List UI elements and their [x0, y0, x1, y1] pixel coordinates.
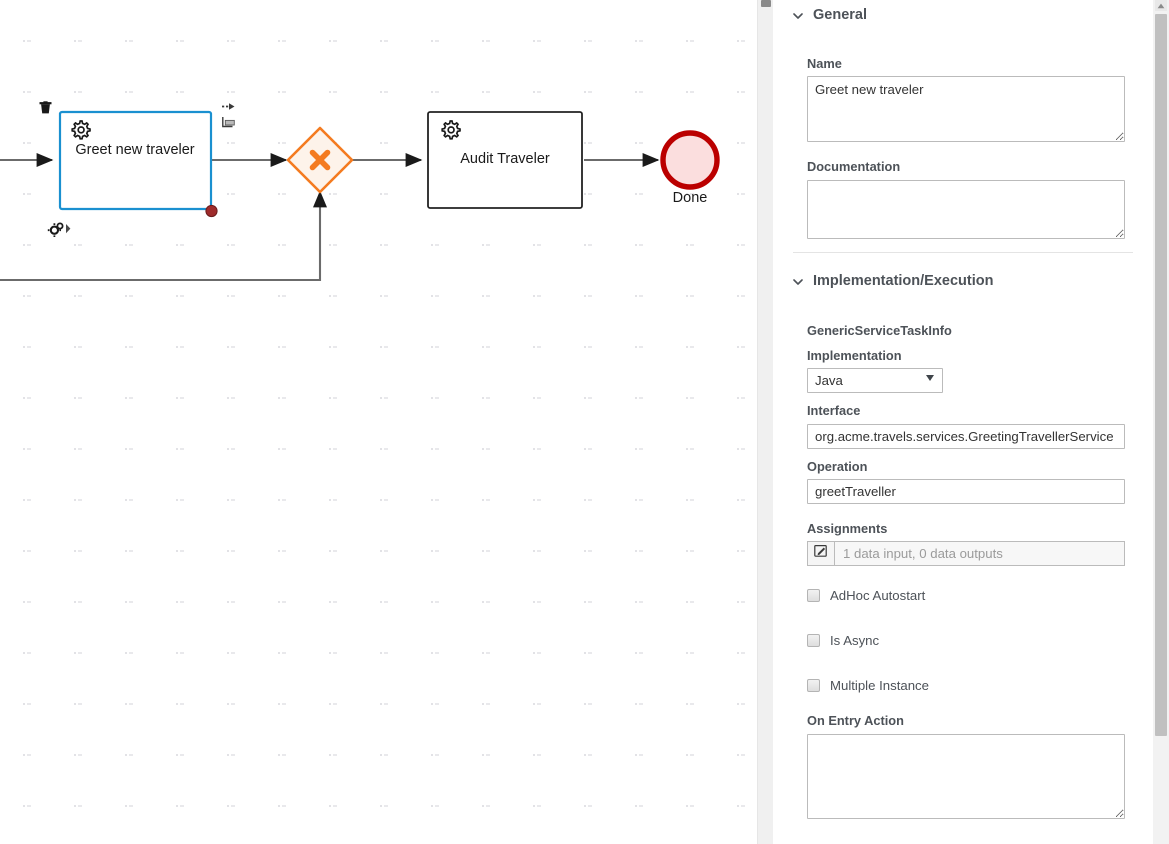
assignments-label: Assignments: [807, 521, 888, 537]
on-entry-action-input[interactable]: [807, 733, 1125, 819]
assignments-edit-button[interactable]: [807, 541, 834, 567]
section-title-implementation-execution: Implementation/Execution: [813, 273, 994, 290]
gears-icon[interactable]: [47, 222, 64, 237]
edit-pencil-square-icon: [814, 544, 828, 563]
chevron-right-icon[interactable]: [66, 224, 71, 234]
section-title-general: General: [813, 6, 867, 23]
checkbox-is-async[interactable]: [807, 633, 820, 647]
assignments-value[interactable]: 1 data input, 0 data outputs: [834, 541, 1125, 567]
checkbox-adhoc-autostart[interactable]: [807, 588, 820, 602]
generic-service-task-info-label: GenericServiceTaskInfo: [807, 322, 952, 338]
chevron-down-icon: [793, 9, 803, 19]
name-input[interactable]: [807, 76, 1125, 143]
trash-icon[interactable]: [38, 100, 53, 115]
bpmn-editor-window: Greet new traveler Audit Traveler Done G…: [0, 0, 1169, 844]
operation-label: Operation: [807, 458, 868, 474]
scroll-up-arrow-icon[interactable]: [1155, 0, 1167, 11]
checkbox-row-multiple-instance[interactable]: Multiple Instance: [773, 676, 1153, 694]
node-exclusive-gateway[interactable]: [286, 126, 354, 194]
checkbox-label-adhoc-autostart: AdHoc Autostart: [830, 587, 926, 603]
bpmn-diagram-canvas[interactable]: Greet new traveler Audit Traveler Done: [0, 0, 757, 844]
panel-scroll-thumb[interactable]: [1155, 14, 1167, 736]
checkbox-label-multiple-instance: Multiple Instance: [830, 677, 929, 693]
operation-input[interactable]: [807, 479, 1125, 505]
canvas-scroll-thumb[interactable]: [761, 0, 771, 7]
append-task-icon[interactable]: [222, 117, 235, 128]
node-end-event-done[interactable]: [660, 130, 720, 190]
implementation-label: Implementation: [807, 348, 902, 364]
node-audit-traveler[interactable]: [427, 111, 583, 209]
interface-label: Interface: [807, 403, 861, 419]
checkbox-multiple-instance[interactable]: [807, 678, 820, 692]
node-greet-new-traveler[interactable]: [58, 110, 218, 218]
name-label: Name: [807, 56, 842, 71]
end-event-icon: [660, 130, 720, 190]
connect-arrow-icon[interactable]: [222, 103, 235, 110]
section-header-general[interactable]: General: [773, 0, 1153, 29]
field-group-documentation: Documentation: [773, 159, 1153, 239]
checkbox-label-is-async: Is Async: [830, 632, 880, 648]
documentation-label: Documentation: [807, 159, 901, 175]
field-group-on-entry-action: On Entry Action: [773, 713, 1153, 819]
chevron-down-icon: [793, 275, 803, 285]
bpmn-diagram-svg: [0, 100, 720, 282]
on-entry-action-label: On Entry Action: [807, 713, 904, 729]
section-header-implementation-execution[interactable]: Implementation/Execution: [773, 267, 1153, 296]
field-group-operation: Operation: [773, 458, 1153, 505]
documentation-input[interactable]: [807, 179, 1125, 239]
checkbox-row-is-async[interactable]: Is Async: [773, 631, 1153, 649]
interface-input[interactable]: [807, 423, 1125, 449]
checkbox-row-adhoc-autostart[interactable]: AdHoc Autostart: [773, 586, 1153, 604]
field-group-implementation: Implementation JavaWebServiceRest: [773, 348, 1153, 394]
field-group-generic-service-task-info: GenericServiceTaskInfo: [773, 323, 1153, 338]
field-group-assignments: Assignments 1 data input, 0 data outputs: [773, 521, 1153, 567]
field-group-name: Name: [773, 56, 1153, 143]
canvas-vertical-scrollbar[interactable]: [757, 0, 773, 844]
field-group-interface: Interface: [773, 403, 1153, 449]
panel-vertical-scrollbar[interactable]: [1153, 0, 1169, 844]
resize-handle[interactable]: [205, 204, 218, 218]
properties-panel: General Name Documentation: [773, 0, 1169, 844]
implementation-select[interactable]: JavaWebServiceRest: [807, 368, 943, 394]
